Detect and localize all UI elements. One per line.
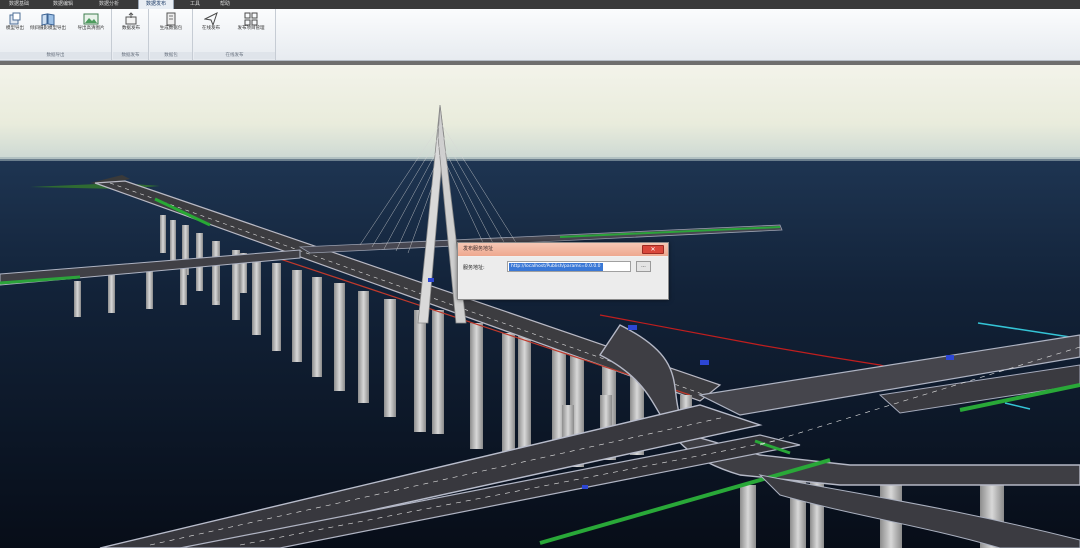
- group-label-online-publish: 在线发布: [194, 52, 275, 59]
- tab-data-edit[interactable]: 数据编辑: [46, 0, 80, 9]
- data-publish-label: 数据发布: [122, 26, 140, 31]
- 3d-scene-viewport[interactable]: [0, 65, 1080, 548]
- data-publish-button[interactable]: 数据发布: [116, 12, 146, 32]
- data-package-button[interactable]: 生成数据包: [152, 12, 190, 32]
- oblique-photo-export-label: 倾斜摄影模型导出: [30, 26, 66, 31]
- publish-project-manage-label: 发布项目管理: [237, 26, 265, 31]
- online-publish-button[interactable]: 在线发布: [196, 12, 226, 32]
- oblique-photo-export-button[interactable]: 倾斜摄影模型导出: [30, 12, 66, 32]
- data-publish-icon: [125, 12, 137, 25]
- group-data-export: 模型导出 倾斜摄影模型导出 导出高清图片 数据导出: [0, 9, 112, 60]
- dialog-title: 发布服务地址: [463, 246, 494, 252]
- online-publish-label: 在线发布: [202, 26, 220, 31]
- model-export-icon: [9, 12, 21, 25]
- export-image-button[interactable]: 导出高清图片: [72, 12, 110, 32]
- group-label-data-publish: 数据发布: [113, 52, 148, 59]
- horizon-haze: [0, 157, 1080, 161]
- ribbon-panel: 模型导出 倾斜摄影模型导出 导出高清图片 数据导出 数据发布 数据发布 生成数据…: [0, 9, 1080, 61]
- dialog-body: 服务地址: http://localhost/Publish/params=0.…: [459, 257, 667, 299]
- service-address-value: http://localhost/Publish/params=0.0.0.0: [509, 263, 603, 271]
- service-address-label: 服务地址:: [463, 265, 485, 271]
- group-label-data-package: 数据包: [150, 52, 192, 59]
- grid-icon: [244, 12, 258, 26]
- oblique-photo-export-icon: [41, 13, 55, 26]
- dialog-close-button[interactable]: ✕: [642, 245, 664, 254]
- sky: [0, 65, 1080, 163]
- export-image-icon: [83, 13, 99, 25]
- dialog-title-bar[interactable]: 发布服务地址 ✕: [458, 243, 668, 256]
- model-export-button[interactable]: 模型导出: [2, 12, 28, 32]
- tab-data-basics[interactable]: 数据基础: [2, 0, 36, 9]
- publish-project-manage-button[interactable]: 发布项目管理: [228, 12, 274, 32]
- data-package-label: 生成数据包: [159, 26, 183, 31]
- group-label-data-export: 数据导出: [0, 52, 111, 59]
- publish-address-dialog: 发布服务地址 ✕ 服务地址: http://localhost/Publish/…: [457, 242, 669, 300]
- bridge-scene: [0, 65, 1080, 548]
- browse-button[interactable]: ...: [636, 261, 651, 272]
- group-data-publish: 数据发布 数据发布: [113, 9, 149, 60]
- tab-data-publish[interactable]: 数据发布: [138, 0, 174, 9]
- send-icon: [204, 12, 218, 26]
- group-data-package: 生成数据包 数据包: [150, 9, 193, 60]
- group-online-publish: 在线发布 发布项目管理 在线发布: [194, 9, 276, 60]
- model-export-label: 模型导出: [6, 26, 24, 31]
- ribbon-tab-bar: 数据基础 数据编辑 数据分析 数据发布 工具 帮助: [0, 0, 1080, 9]
- service-address-input[interactable]: http://localhost/Publish/params=0.0.0.0: [507, 261, 631, 272]
- tab-help[interactable]: 帮助: [214, 0, 236, 9]
- export-image-label: 导出高清图片: [77, 26, 105, 31]
- data-package-icon: [166, 12, 176, 26]
- tab-data-analysis[interactable]: 数据分析: [92, 0, 126, 9]
- tab-tools[interactable]: 工具: [184, 0, 206, 9]
